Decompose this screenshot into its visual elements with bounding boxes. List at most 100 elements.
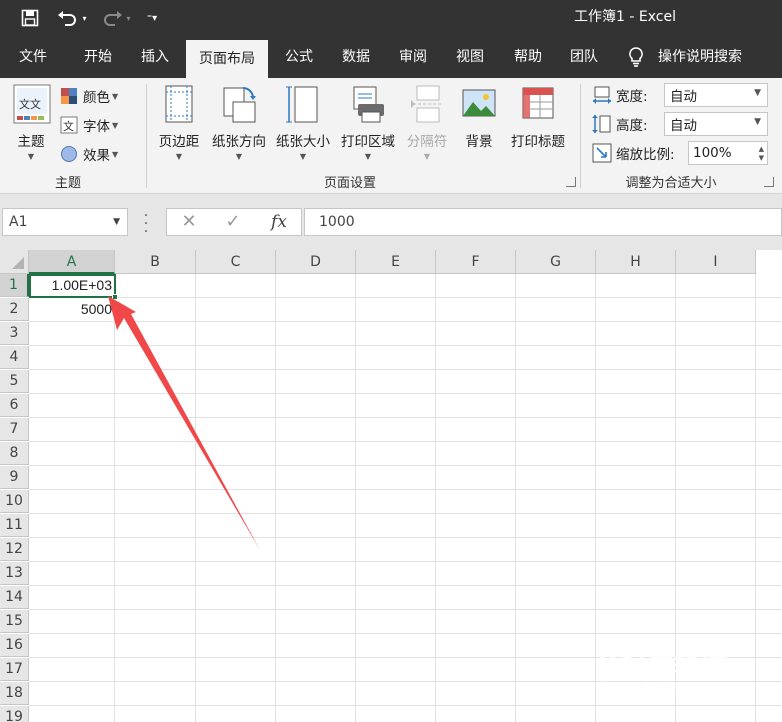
formula-input[interactable]: 1000 [304, 208, 782, 236]
width-select[interactable]: 自动 ▼ [664, 83, 768, 107]
scale-launcher-icon[interactable] [764, 177, 774, 187]
chevron-down-icon: ▼ [175, 152, 183, 161]
row-header-16[interactable]: 16 [0, 634, 29, 657]
chevron-down-icon: ▼ [235, 152, 243, 161]
lightbulb-icon [629, 47, 643, 67]
name-box-value: A1 [9, 214, 28, 230]
customize-qat-icon[interactable]: ⁼▾ [142, 0, 162, 36]
row-header-14[interactable]: 14 [0, 586, 29, 609]
tell-me-search[interactable]: 操作说明搜索 [628, 36, 770, 78]
tab-review[interactable]: 审阅 [388, 36, 438, 78]
height-select[interactable]: 自动 ▼ [664, 112, 768, 136]
column-header-f[interactable]: F [436, 250, 516, 274]
width-icon [593, 86, 611, 104]
column-header-i[interactable]: I [676, 250, 756, 274]
tab-home[interactable]: 开始 [70, 36, 126, 78]
cell-a2[interactable]: 5000 [29, 298, 115, 321]
scale-row: 缩放比例: [592, 141, 675, 165]
row-header-13[interactable]: 13 [0, 562, 29, 585]
row-header-6[interactable]: 6 [0, 394, 29, 417]
row-header-19[interactable]: 19 [0, 706, 29, 722]
row-header-4[interactable]: 4 [0, 346, 29, 369]
page-setup-launcher-icon[interactable] [566, 177, 576, 187]
spin-up-icon[interactable]: ▲ [759, 145, 764, 153]
formula-bar-grip-icon[interactable]: · · · [141, 209, 151, 239]
chevron-down-icon: ▼ [112, 149, 119, 159]
effects-button[interactable]: 效果 ▼ [60, 142, 118, 166]
row-header-11[interactable]: 11 [0, 514, 29, 537]
fill-handle[interactable] [112, 294, 118, 300]
print-area-button[interactable]: 打印区域 ▼ [336, 84, 400, 168]
tab-team[interactable]: 团队 [558, 36, 610, 78]
themes-label: 主题 [17, 134, 45, 150]
grid-line [435, 274, 436, 722]
height-label: 高度: [616, 118, 648, 134]
background-image-icon [461, 84, 497, 124]
column-header-c[interactable]: C [196, 250, 276, 274]
row-header-15[interactable]: 15 [0, 610, 29, 633]
column-header-e[interactable]: E [356, 250, 436, 274]
grid-line [29, 513, 782, 514]
height-value: 自动 [670, 118, 697, 134]
grid-line [29, 369, 782, 370]
column-header-b[interactable]: B [115, 250, 196, 274]
tab-data[interactable]: 数据 [330, 36, 382, 78]
column-header-g[interactable]: G [516, 250, 596, 274]
size-label: 纸张大小 [276, 134, 330, 150]
scale-spinner[interactable]: 100% ▲ ▼ [688, 141, 768, 165]
tab-file[interactable]: 文件 [6, 36, 60, 78]
grid-line [595, 274, 596, 722]
row-header-8[interactable]: 8 [0, 442, 29, 465]
tab-view[interactable]: 视图 [444, 36, 496, 78]
breaks-label: 分隔符 [406, 134, 448, 150]
tab-insert[interactable]: 插入 [128, 36, 182, 78]
row-header-17[interactable]: 17 [0, 658, 29, 681]
background-label: 背景 [465, 134, 493, 150]
redo-icon[interactable]: ▾ [96, 0, 136, 36]
row-header-2[interactable]: 2 [0, 298, 29, 321]
size-button[interactable]: 纸张大小 ▼ [272, 84, 334, 168]
row-header-9[interactable]: 9 [0, 466, 29, 489]
row-header-12[interactable]: 12 [0, 538, 29, 561]
enter-icon[interactable]: ✓ [213, 209, 253, 235]
column-header-h[interactable]: H [596, 250, 676, 274]
save-icon[interactable] [14, 0, 46, 36]
ribbon-tabs: 文件 开始 插入 页面布局 公式 数据 审阅 视图 帮助 团队 操作说明搜索 [0, 36, 782, 78]
background-button[interactable]: 背景 [456, 84, 502, 168]
row-header-7[interactable]: 7 [0, 418, 29, 441]
tab-formulas[interactable]: 公式 [274, 36, 324, 78]
undo-icon[interactable]: ▾ [52, 0, 92, 36]
row-header-1[interactable]: 1 [0, 274, 29, 297]
print-area-icon [350, 84, 386, 124]
chevron-down-icon: ▼ [27, 152, 35, 161]
grid-line [114, 274, 115, 722]
spin-down-icon[interactable]: ▼ [759, 154, 764, 162]
insert-function-icon[interactable]: fx [259, 209, 299, 235]
tab-help[interactable]: 帮助 [502, 36, 554, 78]
grid-line [29, 609, 782, 610]
row-header-5[interactable]: 5 [0, 370, 29, 393]
select-all-button[interactable] [0, 250, 29, 274]
breaks-button[interactable]: 分隔符 ▼ [402, 84, 452, 168]
palette-icon [61, 88, 77, 104]
fonts-button[interactable]: 文 字体 ▼ [60, 113, 118, 137]
themes-button[interactable]: 文文 主题 ▼ [8, 84, 54, 168]
print-titles-button[interactable]: 打印标题 [506, 84, 570, 168]
themes-icon: 文文 [13, 84, 51, 124]
cancel-icon[interactable]: ✕ [169, 209, 209, 235]
grid-line [29, 393, 782, 394]
row-header-10[interactable]: 10 [0, 490, 29, 513]
margins-icon [161, 84, 197, 124]
name-box[interactable]: A1 ▼ [2, 208, 128, 236]
column-header-d[interactable]: D [276, 250, 356, 274]
grid-line [29, 297, 782, 298]
orientation-button[interactable]: 纸张方向 ▼ [208, 84, 270, 168]
grid-line [515, 274, 516, 722]
margins-button[interactable]: 页边距 ▼ [154, 84, 204, 168]
column-header-a[interactable]: A [29, 250, 115, 274]
row-header-18[interactable]: 18 [0, 682, 29, 705]
grid-line [275, 274, 276, 722]
row-header-3[interactable]: 3 [0, 322, 29, 345]
tab-page-layout[interactable]: 页面布局 [186, 40, 268, 78]
colors-button[interactable]: 颜色 ▼ [60, 84, 118, 108]
